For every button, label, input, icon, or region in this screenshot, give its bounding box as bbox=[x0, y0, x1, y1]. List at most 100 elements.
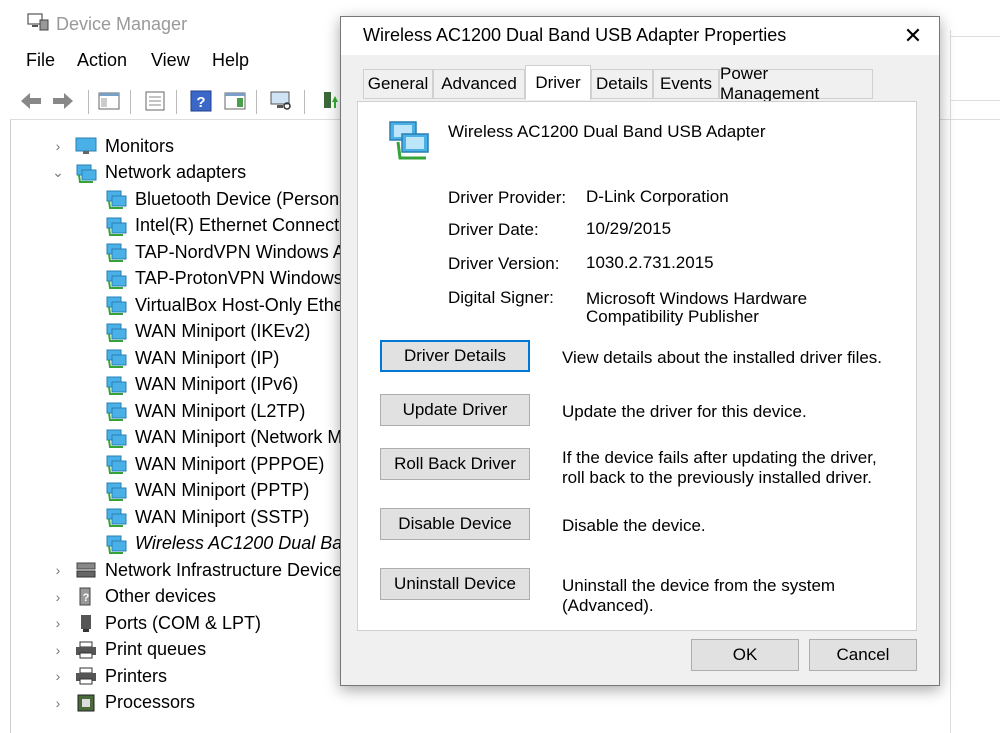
forward-icon[interactable] bbox=[50, 88, 76, 114]
driver-date-value: 10/29/2015 bbox=[586, 219, 672, 238]
driver-date-label: Driver Date: bbox=[448, 220, 539, 239]
tree-item-label: Wireless AC1200 Dual Band bbox=[135, 533, 351, 553]
tree-item[interactable]: › Print queues bbox=[51, 638, 351, 662]
tree-item-label: WAN Miniport (IKEv2) bbox=[135, 321, 311, 341]
menu-action[interactable]: Action bbox=[77, 50, 127, 71]
tab-power-management[interactable]: Power Management bbox=[719, 64, 873, 103]
tree-item-label: Monitors bbox=[105, 135, 175, 156]
tab-details[interactable]: Details bbox=[591, 69, 653, 99]
tree-item[interactable]: Wireless AC1200 Dual Band bbox=[105, 532, 351, 556]
tree-item[interactable]: WAN Miniport (PPTP) bbox=[105, 479, 351, 503]
network-adapter-icon bbox=[105, 507, 127, 527]
tree-item[interactable]: ⌄ Network adapters bbox=[51, 161, 351, 185]
network-adapter-icon bbox=[389, 121, 429, 160]
tree-item[interactable]: WAN Miniport (IKEv2) bbox=[105, 320, 351, 344]
tree-item[interactable]: WAN Miniport (Network M bbox=[105, 426, 351, 450]
tree-item[interactable]: ›? Other devices bbox=[51, 585, 351, 609]
ok-button[interactable]: OK bbox=[691, 639, 799, 671]
device-tree: › Monitors ⌄ Network adapters Bluetooth Devi… bbox=[10, 120, 351, 733]
infrastructure-icon bbox=[75, 560, 97, 580]
chevron-right-icon[interactable]: › bbox=[51, 668, 65, 684]
device-manager-app-icon bbox=[27, 13, 49, 31]
driver-version-value: 1030.2.731.2015 bbox=[586, 253, 714, 272]
tree-item-label: Network Infrastructure Devices bbox=[105, 559, 351, 580]
tree-item[interactable]: › Printers bbox=[51, 664, 351, 688]
driver-provider-value: D-Link Corporation bbox=[586, 187, 729, 206]
tree-item[interactable]: Intel(R) Ethernet Connectio bbox=[105, 214, 351, 238]
menu-view[interactable]: View bbox=[151, 50, 190, 71]
tree-item[interactable]: › Monitors bbox=[51, 134, 351, 158]
driver-details-description: View details about the installed driver … bbox=[562, 348, 883, 367]
roll-back-driver-description: If the device fails after updating the d… bbox=[562, 448, 877, 487]
roll-back-driver-button[interactable]: Roll Back Driver bbox=[380, 448, 530, 480]
network-adapter-icon bbox=[105, 322, 127, 342]
cancel-button[interactable]: Cancel bbox=[809, 639, 917, 671]
processor-icon bbox=[75, 693, 97, 713]
tree-item[interactable]: WAN Miniport (IPv6) bbox=[105, 373, 351, 397]
network-adapter-icon bbox=[75, 163, 97, 183]
digital-signer-value: Microsoft Windows Hardware Compatibility… bbox=[586, 289, 808, 326]
driver-details-button[interactable]: Driver Details bbox=[380, 340, 530, 372]
svg-text:?: ? bbox=[196, 94, 205, 111]
tree-item-label: Ports (COM & LPT) bbox=[105, 612, 262, 633]
chevron-right-icon[interactable]: › bbox=[51, 562, 65, 578]
network-adapter-icon bbox=[105, 269, 127, 289]
update-driver-button[interactable]: Update Driver bbox=[380, 394, 530, 426]
tree-item[interactable]: › Processors bbox=[51, 691, 351, 715]
chevron-right-icon[interactable]: › bbox=[51, 138, 65, 154]
tree-item[interactable]: WAN Miniport (PPPOE) bbox=[105, 452, 351, 476]
tree-item[interactable]: WAN Miniport (SSTP) bbox=[105, 505, 351, 529]
disable-device-button[interactable]: Disable Device bbox=[380, 508, 530, 540]
tab-general[interactable]: General bbox=[363, 69, 433, 99]
chevron-right-icon[interactable]: › bbox=[51, 615, 65, 631]
action-pane-icon[interactable] bbox=[222, 88, 248, 114]
add-driver-icon[interactable] bbox=[316, 88, 342, 114]
tree-item-label: WAN Miniport (L2TP) bbox=[135, 400, 306, 421]
tree-item[interactable]: VirtualBox Host-Only Ether bbox=[105, 293, 351, 317]
network-adapter-icon bbox=[105, 375, 127, 395]
scan-hardware-icon[interactable] bbox=[268, 88, 294, 114]
tree-item[interactable]: WAN Miniport (IP) bbox=[105, 346, 351, 370]
tree-item-label: Bluetooth Device (Personal bbox=[135, 188, 351, 209]
device-name: Wireless AC1200 Dual Band USB Adapter bbox=[448, 122, 766, 141]
tab-advanced[interactable]: Advanced bbox=[433, 69, 525, 99]
network-adapter-icon bbox=[105, 481, 127, 501]
tree-item-label: WAN Miniport (Network M bbox=[135, 427, 343, 447]
tree-item[interactable]: › Network Infrastructure Devices bbox=[51, 558, 351, 582]
tree-item[interactable]: WAN Miniport (L2TP) bbox=[105, 399, 351, 423]
help-icon[interactable]: ? bbox=[188, 88, 214, 114]
menu-help[interactable]: Help bbox=[212, 50, 249, 71]
tree-item[interactable]: TAP-NordVPN Windows Ad bbox=[105, 240, 351, 264]
network-adapter-icon bbox=[105, 428, 127, 448]
uninstall-device-button[interactable]: Uninstall Device bbox=[380, 568, 530, 600]
tree-item-label: Intel(R) Ethernet Connectio bbox=[135, 215, 351, 235]
chevron-right-icon[interactable]: › bbox=[51, 642, 65, 658]
back-icon[interactable] bbox=[18, 88, 44, 114]
device-manager-right-edge bbox=[950, 30, 1000, 733]
driver-version-label: Driver Version: bbox=[448, 254, 560, 273]
tree-item-label: Processors bbox=[105, 692, 196, 712]
tree-item[interactable]: › Ports (COM & LPT) bbox=[51, 611, 351, 635]
monitor-icon bbox=[75, 136, 97, 156]
show-hide-console-tree-icon[interactable] bbox=[96, 88, 122, 114]
network-adapter-icon bbox=[105, 401, 127, 421]
network-adapter-icon bbox=[105, 348, 127, 368]
tree-item[interactable]: TAP-ProtonVPN Windows bbox=[105, 267, 351, 291]
chevron-right-icon[interactable]: › bbox=[51, 695, 65, 711]
tree-item-label: TAP-NordVPN Windows Ad bbox=[135, 241, 351, 262]
printer-icon bbox=[75, 666, 97, 686]
chevron-right-icon[interactable]: › bbox=[51, 589, 65, 605]
tab-events[interactable]: Events bbox=[653, 69, 719, 99]
tree-item-label: Network adapters bbox=[105, 162, 247, 182]
disable-device-description: Disable the device. bbox=[562, 516, 706, 535]
printer-icon bbox=[75, 640, 97, 660]
properties-icon[interactable] bbox=[142, 88, 168, 114]
close-icon[interactable]: ✕ bbox=[891, 17, 935, 55]
tree-item-label: Other devices bbox=[105, 586, 217, 606]
uninstall-device-description: Uninstall the device from the system (Ad… bbox=[562, 576, 836, 615]
tab-driver[interactable]: Driver bbox=[525, 65, 591, 100]
chevron-down-icon[interactable]: ⌄ bbox=[51, 164, 65, 181]
menu-file[interactable]: File bbox=[26, 50, 55, 71]
tree-item[interactable]: Bluetooth Device (Personal bbox=[105, 187, 351, 211]
port-icon bbox=[75, 613, 97, 633]
